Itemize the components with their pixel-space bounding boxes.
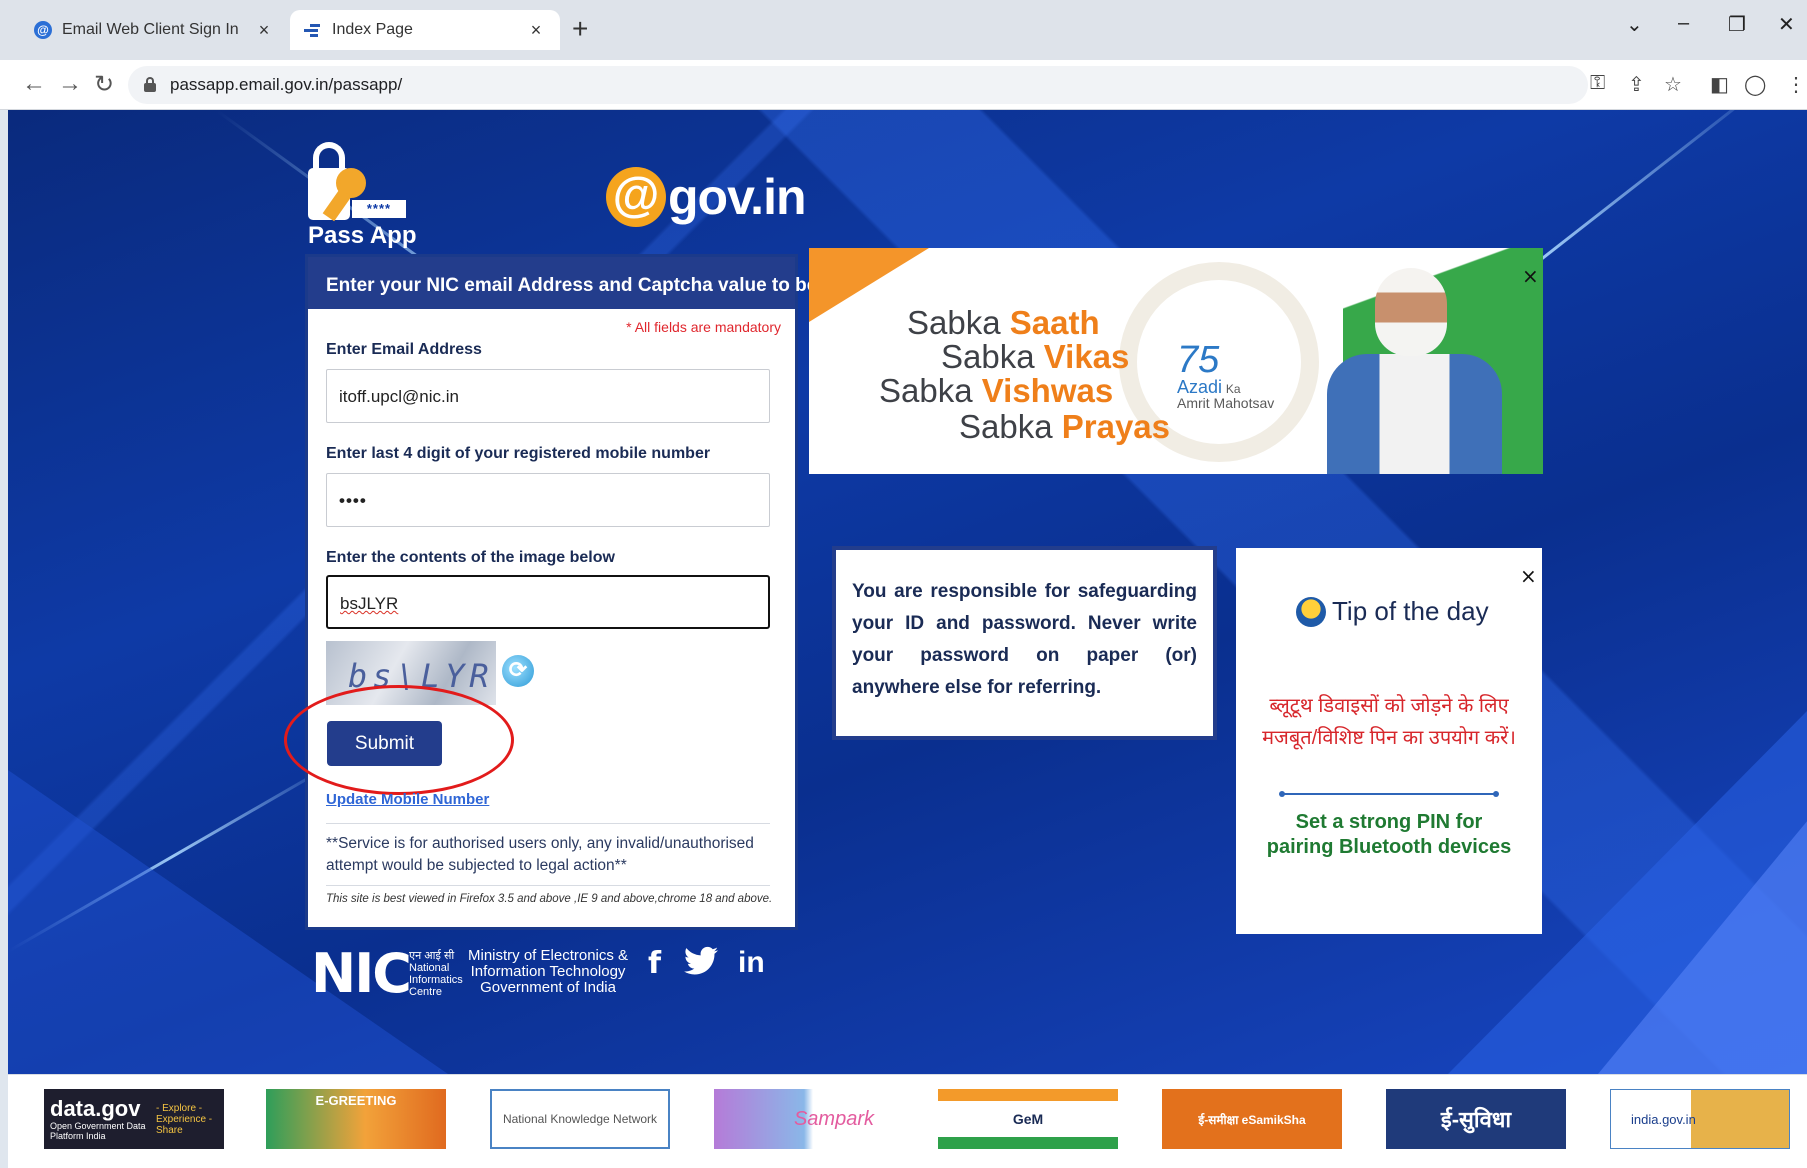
slogan-line: Sabka Saath <box>907 304 1100 341</box>
bookmark-star-icon[interactable]: ☆ <box>1664 72 1682 97</box>
passapp-logo-text: Pass App <box>308 222 417 249</box>
lock-icon[interactable] <box>144 77 156 92</box>
mobile-label: Enter last 4 digit of your registered mo… <box>326 445 711 462</box>
slogan-line: Sabka Prayas <box>959 408 1171 445</box>
restore-button[interactable]: ❐ <box>1728 12 1746 37</box>
browser-toolbar: ← → ↻ passapp.email.gov.in/passapp/ ⚿ ⇪ … <box>0 60 1807 110</box>
url-text[interactable]: passapp.email.gov.in/passapp/ <box>170 75 402 95</box>
tab-search-chevron-icon[interactable]: ⌄ <box>1626 12 1643 37</box>
tip-separator <box>1279 791 1499 797</box>
india-gov-in-logo[interactable]: india.gov.in <box>1610 1089 1790 1149</box>
gem-logo[interactable]: GeM <box>938 1089 1118 1149</box>
browser-compat-note: This site is best viewed in Firefox 3.5 … <box>326 893 773 905</box>
side-panel-icon[interactable]: ◧ <box>1710 72 1729 97</box>
tip-english-text: Set a strong PIN for pairing Bluetooth d… <box>1266 811 1512 858</box>
azadi-ka-amrit-mahotsav-logo: 75 Azadi Ka Amrit Mahotsav <box>1177 339 1275 411</box>
nic-logo-caption: एन आई सी National Informatics Centre <box>409 950 463 998</box>
share-icon[interactable]: ⇪ <box>1628 72 1645 97</box>
nic-hindi-text: एन आई सी <box>409 950 455 962</box>
page-content: **** Pass App @ gov.in Enter your NIC em… <box>8 110 1807 1074</box>
nic-line: Centre <box>409 986 443 998</box>
tip-hindi-text: ब्लूटूथ डिवाइसों को जोड़ने के लिए मजबूत/… <box>1262 695 1516 749</box>
tab-title: Email Web Client Sign In <box>62 21 239 38</box>
meity-line: Ministry of Electronics & <box>468 947 629 964</box>
authorised-use-notice: **Service is for authorised users only, … <box>326 835 754 874</box>
e-sampark-logo[interactable]: Sampark <box>714 1089 894 1149</box>
tab-close-icon[interactable]: × <box>526 20 546 41</box>
portrait-image <box>1327 268 1502 474</box>
tab-close-icon[interactable]: × <box>254 20 274 41</box>
kebab-menu-icon[interactable]: ⋮ <box>1786 72 1806 97</box>
twitter-icon[interactable] <box>684 946 718 983</box>
refresh-captcha-icon[interactable]: ⟳ <box>502 655 534 687</box>
nic-logo-mark: NIC <box>311 942 412 1005</box>
nic-line: Informatics <box>409 974 463 986</box>
email-label: Enter Email Address <box>326 341 482 358</box>
captcha-label: Enter the contents of the image below <box>326 549 615 566</box>
e-samiksha-logo[interactable]: ई-समीक्षा eSamikSha <box>1162 1089 1342 1149</box>
azadi-75-mark: 75 <box>1177 339 1220 381</box>
tip-title: Tip of the day <box>1296 596 1489 627</box>
back-arrow-icon[interactable]: ← <box>22 70 46 98</box>
browser-tab-bar: @ Email Web Client Sign In × Index Page … <box>0 0 1807 60</box>
data-gov-in-logo[interactable]: data.gov Open Government Data Platform I… <box>44 1089 224 1149</box>
update-mobile-number-link[interactable]: Update Mobile Number <box>326 791 489 808</box>
nic-logo: NIC एन आई सी National Informatics Centre <box>311 944 481 1002</box>
masked-password-badge: **** <box>352 200 406 218</box>
security-info-box: You are responsible for safeguarding you… <box>832 546 1217 740</box>
gov-in-logo: @ gov.in <box>606 162 807 232</box>
submit-button[interactable]: Submit <box>327 721 442 766</box>
reload-icon[interactable]: ↻ <box>94 70 114 99</box>
gov-in-logo-text: gov.in <box>668 169 807 225</box>
tip-title-text: Tip of the day <box>1332 596 1489 626</box>
email-input[interactable]: itoff.upcl@nic.in <box>326 369 770 423</box>
slogan-line: Sabka Vishwas <box>879 372 1114 409</box>
new-tab-button[interactable]: + <box>572 15 588 43</box>
azadi-ka: Ka <box>1225 382 1241 396</box>
e-suvidha-logo[interactable]: ई-सुविधा <box>1386 1089 1566 1149</box>
azadi-line: Amrit Mahotsav <box>1177 395 1275 411</box>
slogan-line: Sabka Vikas <box>941 338 1130 375</box>
linkedin-icon[interactable]: in <box>738 946 765 980</box>
form-header: Enter your NIC email Address and Captcha… <box>308 257 846 309</box>
at-sign-favicon-icon: @ <box>34 21 52 39</box>
partner-logo-strip: data.gov Open Government Data Platform I… <box>8 1074 1807 1168</box>
sabka-saath-banner: Sabka Saath Sabka Vikas Sabka Vishwas Sa… <box>809 248 1543 474</box>
close-banner-icon[interactable]: × <box>1522 264 1539 288</box>
tab-index-page[interactable]: Index Page × <box>290 10 560 50</box>
data-gov-bullets: - Explore - Experience - Share <box>156 1102 213 1136</box>
lightbulb-icon <box>1296 596 1326 627</box>
meity-line: Information Technology <box>470 963 626 980</box>
close-window-button[interactable]: ✕ <box>1778 12 1795 37</box>
key-icon[interactable]: ⚿ <box>1590 72 1605 95</box>
forward-arrow-icon[interactable]: → <box>58 70 82 98</box>
security-info-text: You are responsible for safeguarding you… <box>852 581 1197 698</box>
mandatory-note: * All fields are mandatory <box>626 319 781 335</box>
passapp-logo: **** Pass App <box>308 140 418 250</box>
facebook-icon[interactable]: f <box>648 946 661 981</box>
data-gov-subtitle: Open Government Data Platform India <box>50 1121 146 1141</box>
captcha-input[interactable]: bsJLYR <box>326 575 770 629</box>
tab-title: Index Page <box>332 21 413 38</box>
tip-of-the-day-box: × Tip of the day ब्लूटूथ डिवाइसों को जोड… <box>1236 548 1542 934</box>
login-form-panel: Enter your NIC email Address and Captcha… <box>284 254 846 930</box>
address-bar[interactable]: passapp.email.gov.in/passapp/ <box>128 66 1588 104</box>
meity-text: Ministry of Electronics & Information Te… <box>468 948 628 996</box>
minimize-button[interactable]: – <box>1678 12 1689 35</box>
at-symbol-logo-icon: @ <box>606 167 666 227</box>
meity-line: Government of India <box>480 979 616 996</box>
e-greeting-logo[interactable]: E-GREETING <box>266 1089 446 1149</box>
mobile-digits-input[interactable]: •••• <box>326 473 770 527</box>
nic-line: National <box>409 962 450 974</box>
nkn-logo[interactable]: National Knowledge Network <box>490 1089 670 1149</box>
azadi-line: Azadi <box>1177 377 1223 397</box>
profile-avatar-icon[interactable]: ◯ <box>1744 72 1766 97</box>
close-tip-icon[interactable]: × <box>1520 564 1537 588</box>
divider <box>326 885 770 886</box>
page-favicon-icon <box>304 23 322 37</box>
data-gov-title: data.gov <box>50 1096 141 1121</box>
captcha-input-value: bsJLYR <box>340 594 399 613</box>
tab-email-web-client[interactable]: @ Email Web Client Sign In × <box>20 10 288 50</box>
divider <box>326 823 770 824</box>
